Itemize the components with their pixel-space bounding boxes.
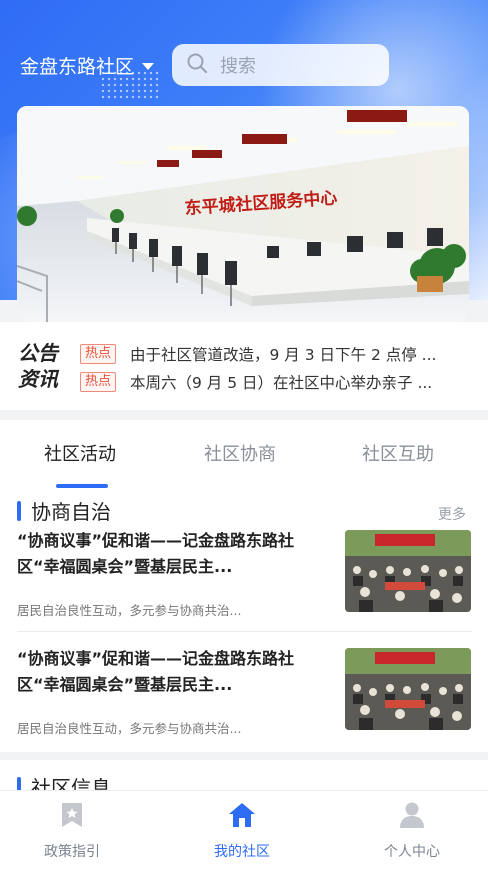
section-title: 协商自治: [31, 500, 111, 524]
tab-bar: 社区活动 社区协商 社区互助: [0, 420, 488, 490]
notice-item[interactable]: 热点 由于社区管道改造，9 月 3 日下午 2 点停 ...: [80, 343, 460, 365]
bottom-nav: 政策指引 我的社区 个人中心: [0, 790, 488, 874]
person-icon: [398, 801, 426, 833]
search-placeholder: 搜索: [220, 56, 256, 77]
search-icon: [186, 52, 208, 78]
tab-community-activities[interactable]: 社区活动: [44, 440, 116, 466]
location-selector[interactable]: 金盘东路社区: [20, 52, 155, 79]
article-desc: 居民自治良性互动，多元参与协商共治...: [17, 603, 242, 618]
notice-logo-line1: 公告: [18, 341, 58, 365]
bookmark-star-icon: [59, 801, 85, 833]
location-label: 金盘东路社区: [20, 56, 135, 78]
notice-text: 由于社区管道改造，9 月 3 日下午 2 点停 ...: [130, 346, 437, 364]
divider: [17, 631, 472, 632]
hot-badge: 热点: [80, 344, 117, 364]
hot-badge: 热点: [80, 372, 117, 392]
article-thumbnail: [345, 648, 471, 730]
article-title: “协商议事”促和谐——记金盘路东路社区“幸福圆桌会”暨基层民主...: [17, 649, 295, 694]
nav-label: 我的社区: [214, 844, 270, 860]
nav-my-community[interactable]: 我的社区: [182, 801, 302, 861]
tab-community-mutual-aid[interactable]: 社区互助: [362, 440, 434, 466]
home-icon: [227, 801, 257, 833]
tab-community-consultation[interactable]: 社区协商: [204, 440, 276, 466]
notice-item[interactable]: 热点 本周六（9 月 5 日）在社区中心举办亲子 ...: [80, 371, 460, 393]
article-desc: 居民自治良性互动，多元参与协商共治...: [17, 721, 242, 736]
section-consultation: 协商自治 更多 “协商议事”促和谐——记金盘路东路社区“幸福圆桌会”暨基层民主.…: [0, 490, 488, 752]
more-link[interactable]: 更多: [438, 504, 466, 524]
notice-logo: 公告 资讯: [18, 340, 68, 392]
nav-policy-guide[interactable]: 政策指引: [12, 801, 132, 861]
section-accent-bar: [17, 500, 21, 521]
notice-text: 本周六（9 月 5 日）在社区中心举办亲子 ...: [130, 374, 433, 392]
top-bar: 金盘东路社区 搜索: [0, 44, 488, 86]
section-header: 协商自治: [17, 496, 111, 525]
caret-down-icon: [142, 63, 155, 70]
notice-panel: 公告 资讯 热点 由于社区管道改造，9 月 3 日下午 2 点停 ... 热点 …: [0, 322, 488, 410]
banner-image[interactable]: 东平城社区服务中心: [17, 106, 469, 322]
nav-label: 个人中心: [384, 844, 440, 860]
nav-personal-center[interactable]: 个人中心: [352, 801, 472, 861]
article-card[interactable]: “协商议事”促和谐——记金盘路东路社区“幸福圆桌会”暨基层民主... 居民自治良…: [17, 528, 472, 636]
article-thumbnail: [345, 530, 471, 612]
article-card[interactable]: “协商议事”促和谐——记金盘路东路社区“幸福圆桌会”暨基层民主... 居民自治良…: [17, 646, 472, 754]
nav-label: 政策指引: [44, 844, 100, 860]
active-tab-indicator: [56, 484, 108, 488]
search-bar[interactable]: 搜索: [172, 44, 389, 86]
notice-logo-line2: 资讯: [18, 367, 58, 391]
article-title: “协商议事”促和谐——记金盘路东路社区“幸福圆桌会”暨基层民主...: [17, 531, 295, 576]
